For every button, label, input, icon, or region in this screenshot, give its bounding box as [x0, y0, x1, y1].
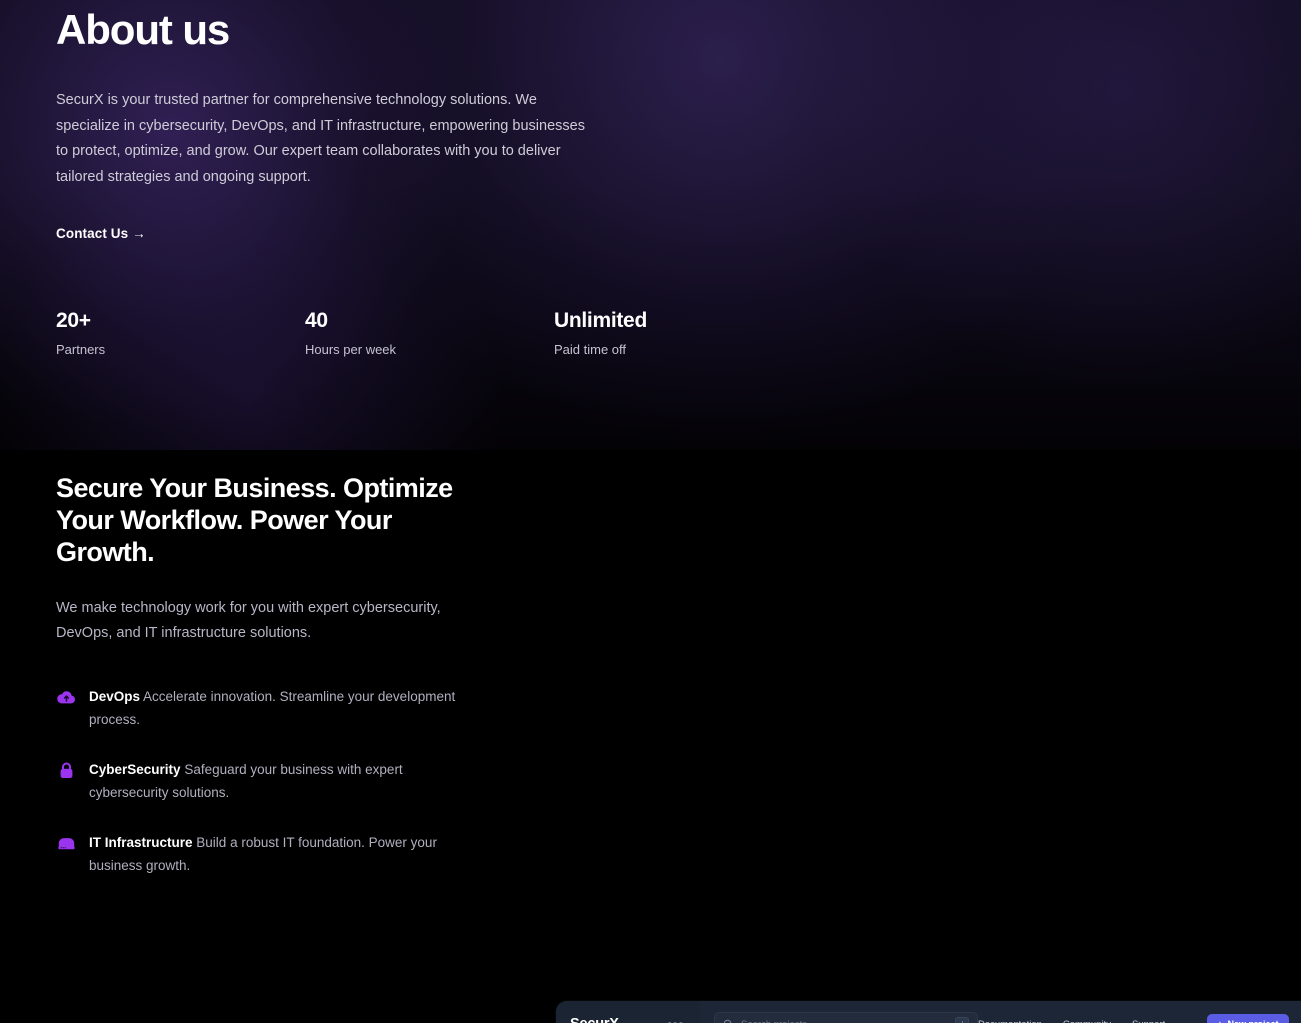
stat-value: 20+: [56, 309, 91, 333]
feature-title: IT Infrastructure: [89, 835, 193, 850]
feature-item-cybersecurity: CyberSecurity Safeguard your business wi…: [56, 759, 516, 804]
stat-value: 40: [305, 309, 328, 333]
server-icon: [56, 833, 76, 853]
feature-text: CyberSecurity Safeguard your business wi…: [89, 759, 479, 804]
feature-description: Accelerate innovation. Streamline your d…: [89, 689, 456, 727]
nav-link-documentation[interactable]: Documentation: [978, 1019, 1042, 1023]
topbar-nav: Documentation Community Support + New pr…: [978, 1013, 1289, 1023]
feature-title: DevOps: [89, 689, 141, 704]
stat-label: Hours per week: [305, 342, 397, 358]
plus-icon: +: [1217, 1019, 1222, 1023]
new-project-button[interactable]: + New project: [1207, 1013, 1289, 1023]
feature-item-devops: DevOps Accelerate innovation. Streamline…: [56, 686, 516, 731]
about-hero-section: About us SecurX is your trusted partner …: [0, 0, 1301, 450]
search-input[interactable]: [741, 1018, 955, 1023]
section-subheading: We make technology work for you with exp…: [56, 600, 441, 641]
stat-item: 20+ Partners: [56, 309, 305, 357]
contact-us-link[interactable]: Contact Us →: [56, 226, 146, 241]
page-title: About us: [56, 6, 230, 53]
features-section: Secure Your Business. Optimize Your Work…: [0, 450, 1301, 1023]
app-preview-card: SecurX ••• / Documentation Com: [556, 1001, 1301, 1023]
feature-text: IT Infrastructure Build a robust IT foun…: [89, 832, 479, 877]
section-heading: Secure Your Business. Optimize Your Work…: [56, 473, 453, 567]
nav-link-community[interactable]: Community: [1063, 1019, 1111, 1023]
search-icon: [723, 1019, 734, 1023]
app-brand-zone: SecurX •••: [556, 1001, 700, 1023]
stat-item: Unlimited Paid time off: [554, 309, 803, 357]
cloud-upload-icon: [56, 687, 76, 707]
feature-title: CyberSecurity: [89, 762, 181, 777]
feature-item-it-infrastructure: IT Infrastructure Build a robust IT foun…: [56, 832, 516, 877]
feature-list: DevOps Accelerate innovation. Streamline…: [56, 686, 516, 877]
search-bar[interactable]: /: [714, 1011, 978, 1023]
stat-item: 40 Hours per week: [305, 309, 554, 357]
nav-link-support[interactable]: Support: [1132, 1019, 1165, 1023]
stat-label: Partners: [56, 342, 106, 358]
lock-icon: [56, 760, 76, 780]
search-shortcut-badge: /: [955, 1017, 969, 1023]
new-project-label: New project: [1228, 1019, 1279, 1023]
about-paragraph: SecurX is your trusted partner for compr…: [56, 92, 585, 185]
feature-text: DevOps Accelerate innovation. Streamline…: [89, 686, 479, 731]
stat-value: Unlimited: [554, 309, 647, 333]
stats-row: 20+ Partners 40 Hours per week Unlimited…: [56, 309, 1246, 357]
app-logo: SecurX: [570, 1016, 619, 1023]
app-topbar: SecurX ••• / Documentation Com: [556, 1001, 1301, 1023]
stat-label: Paid time off: [554, 342, 627, 358]
